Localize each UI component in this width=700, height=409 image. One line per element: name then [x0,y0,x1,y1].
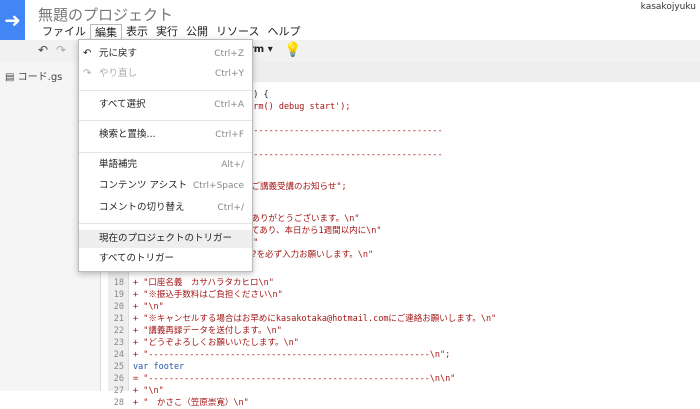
code-text: var footer [133,362,185,372]
code-text: + "講義再録データを送付します。\n" [133,326,282,336]
file-icon: ▤ [5,72,15,83]
menu-resources[interactable]: リソース [212,24,263,40]
code-text: + "-------------------------------------… [133,350,451,360]
line-number: 28 [113,398,124,408]
line-number: 22 [113,326,124,336]
lightbulb-icon[interactable]: 💡 [284,42,301,58]
code-line: 18 + "口座名義 カサハラタカヒロ\n" [108,277,274,289]
menu-file[interactable]: ファイル [38,24,90,40]
menu-separator [79,90,252,91]
code-text: = "-------------------------------------… [133,374,456,384]
menu-run[interactable]: 実行 [152,24,182,40]
undo-icon[interactable]: ↶ [38,43,48,57]
code-line: 23 + "どうぞよろしくお願いいたします。\n" [108,337,299,349]
code-text: --------------------------------------- [243,150,443,160]
code-line: きご講義受講のお知らせ"; [243,181,347,193]
code-line: 27 + "\n" [108,385,164,397]
code-line: 20 + "\n" [108,301,164,313]
code-text: Form() debug start'); [243,102,351,112]
code-line: --------------------------------------- [243,125,443,137]
redo-icon[interactable]: ↷ [56,43,66,57]
code-text: きご講義受講のお知らせ"; [243,182,347,192]
menu-item-current-project-triggers[interactable]: 現在のプロジェクトのトリガー [79,230,252,248]
line-number: 21 [113,314,124,324]
code-text: + "※振込手数料はご負担ください\n" [133,290,283,300]
redo-icon: ↷ [83,68,92,79]
code-line: 19 + "※振込手数料はご負担ください\n" [108,289,283,301]
code-text: + "\n" [133,302,164,312]
code-line: 28 + " かさこ（笠原崇寛）\n" [108,397,249,409]
code-line: 25 var footer [108,361,184,373]
code-line: 24 + "-----------------------------------… [108,349,451,361]
code-text: か?を必ず入力お願いします。\n" [243,250,374,260]
line-number: 25 [113,362,124,372]
menu-separator [79,152,252,153]
edit-menu-dropdown: ↶ 元に戻す Ctrl+Z ↷ やり直し Ctrl+Y すべて選択 Ctrl+A… [78,39,253,272]
code-line: きありがとうございます。\n" [243,213,360,225]
apps-script-logo[interactable]: ➜ [0,0,25,40]
menu-view[interactable]: 表示 [122,24,152,40]
code-line: 21 + "※キャンセルする場合はお早めにkasakotaka@hotmail.c… [108,313,497,325]
menu-separator [79,223,252,224]
menu-item-undo[interactable]: ↶ 元に戻す Ctrl+Z [79,45,252,63]
code-line: Form() debug start'); [243,101,350,113]
menu-item-select-all[interactable]: すべて選択 Ctrl+A [79,96,252,114]
code-line: ってあり、本日から1週間以内に\n" [243,225,381,237]
code-line: 22 + "講義再録データを送付します。\n" [108,325,282,337]
menu-item-content-assist[interactable]: コンテンツ アシスト Ctrl+Space [79,177,252,195]
code-text: + " かさこ（笠原崇寛）\n" [133,398,249,408]
menu-item-redo[interactable]: ↷ やり直し Ctrl+Y [79,65,252,83]
code-text: + "\n" [133,386,164,396]
file-item[interactable]: ▤ コード.gs [5,68,62,83]
user-account[interactable]: kasakojyuku [641,2,696,12]
line-number: 20 [113,302,124,312]
menu-item-find-replace[interactable]: 検索と置換... Ctrl+F [79,126,252,144]
line-number: 24 [113,350,124,360]
undo-icon: ↶ [83,48,92,59]
code-line: 26 = "-----------------------------------… [108,373,456,385]
project-title[interactable]: 無題のプロジェクト [38,4,173,25]
line-number: 19 [113,290,124,300]
line-number: 26 [113,374,124,384]
file-name: コード.gs [17,72,63,83]
code-text: + "口座名義 カサハラタカヒロ\n" [133,278,274,288]
code-text: + "※キャンセルする場合はお早めにkasakotaka@hotmail.com… [133,314,497,324]
menu-separator [79,120,252,121]
code-text: ってあり、本日から1週間以内に\n" [243,226,382,236]
menu-item-all-triggers[interactable]: すべてのトリガー [79,250,252,268]
code-line: か?を必ず入力お願いします。\n" [243,249,373,261]
menu-help[interactable]: ヘルプ [263,24,304,40]
menu-publish[interactable]: 公開 [182,24,212,40]
line-number: 18 [113,278,124,288]
code-line: --------------------------------------- [243,149,443,161]
code-text: きありがとうございます。\n" [243,214,360,224]
code-text: + "どうぞよろしくお願いいたします。\n" [133,338,299,348]
line-number: 23 [113,338,124,348]
menu-item-word-complete[interactable]: 単語補完 Alt+/ [79,156,252,174]
menu-item-toggle-comment[interactable]: コメントの切り替え Ctrl+/ [79,199,252,217]
code-text: --------------------------------------- [243,126,443,136]
line-number: 27 [113,386,124,396]
